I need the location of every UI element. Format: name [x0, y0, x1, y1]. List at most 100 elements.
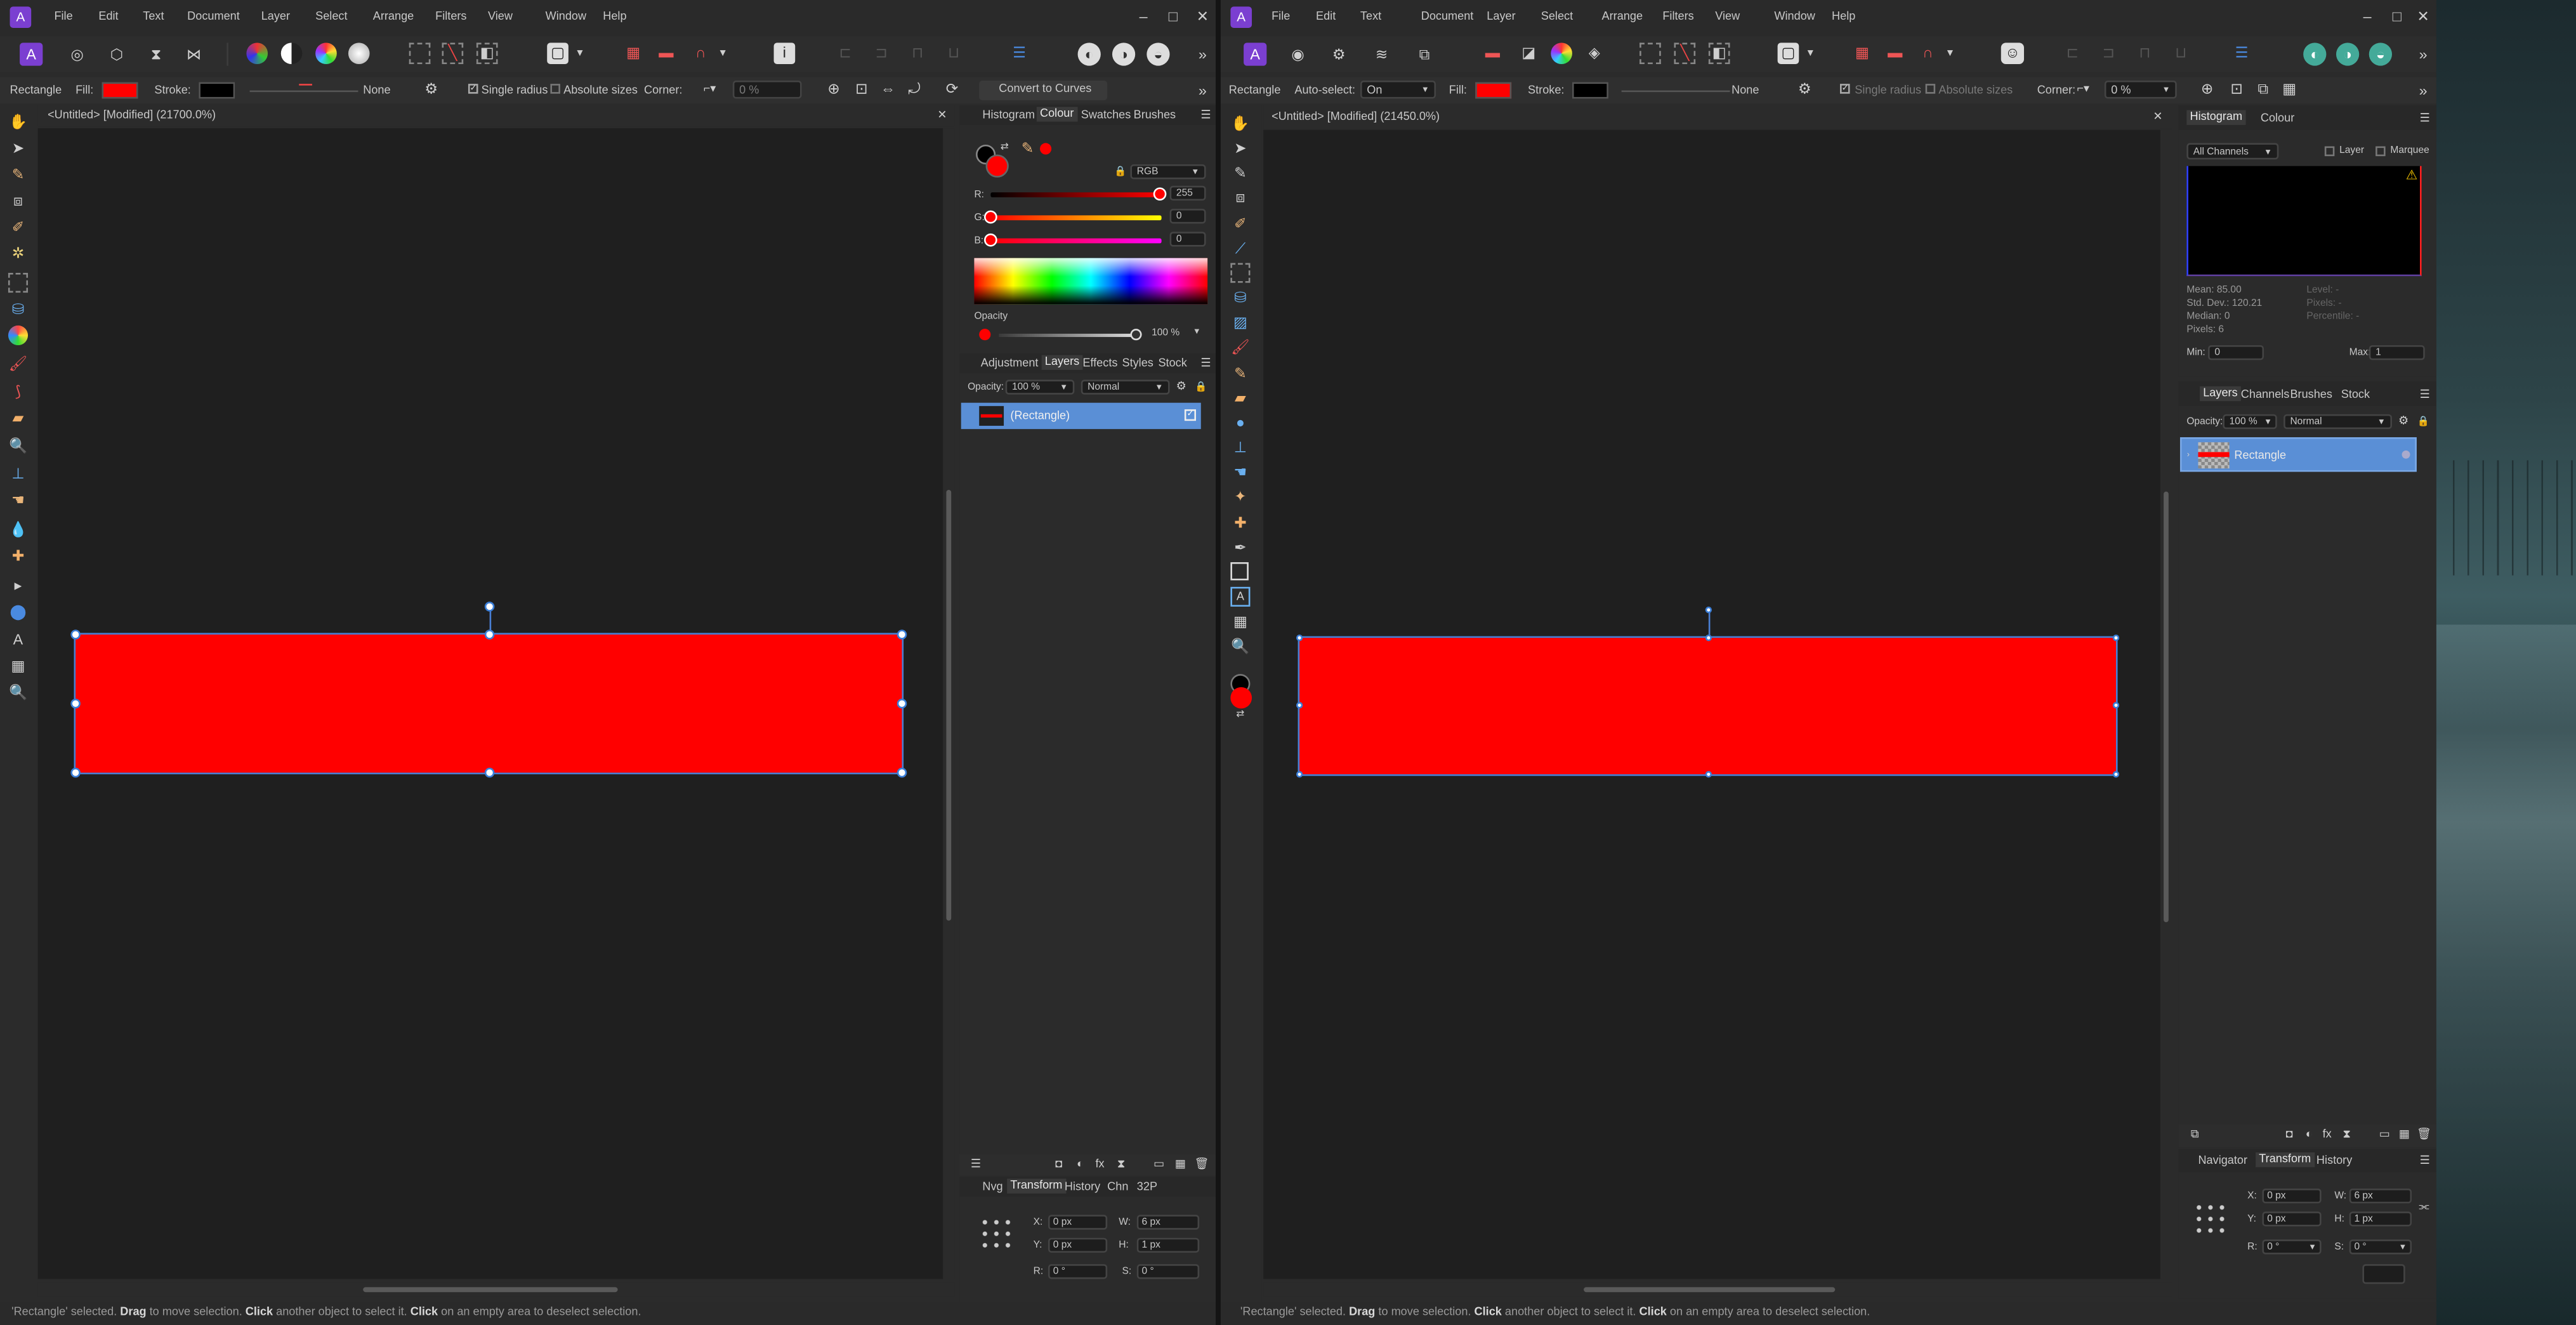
align-center-icon[interactable]: ⊐	[2098, 43, 2120, 64]
w-field[interactable]: 6 px	[2349, 1188, 2412, 1204]
swap-colours-icon[interactable]: ⇄	[1234, 710, 1247, 720]
rotate-icon[interactable]: ▦	[2280, 81, 2298, 98]
fill-swatch[interactable]	[1475, 82, 1512, 99]
dodge-brush-icon[interactable]: ●	[1230, 412, 1250, 432]
auto-levels-icon[interactable]: ▬	[1482, 43, 1504, 64]
gradient-tool-icon[interactable]	[8, 325, 29, 346]
colour-replacement-icon[interactable]: ⟆	[8, 381, 28, 401]
stroke-style-value[interactable]: None	[363, 86, 390, 97]
tab-histogram[interactable]: Histogram	[2186, 110, 2246, 125]
tab-stock[interactable]: Stock	[2341, 390, 2370, 401]
zoom-tool-icon[interactable]: 🔍	[1230, 636, 1250, 656]
blend-mode-dropdown[interactable]: Normal ▼	[2284, 414, 2392, 430]
toolbar-overflow-icon[interactable]: »	[2415, 44, 2431, 64]
swap-colours-icon[interactable]: ⇄	[999, 142, 1010, 153]
stroke-width-slider[interactable]	[1621, 90, 1730, 93]
r-value-field[interactable]: 255	[1169, 185, 1206, 201]
layer-lock-icon[interactable]: 🔒	[1194, 379, 1207, 394]
view-hand-icon[interactable]: ✋	[1230, 114, 1250, 133]
liquify-persona-icon[interactable]: ◎	[66, 43, 89, 65]
minimize-icon[interactable]: –	[2358, 6, 2377, 26]
align-left-icon[interactable]: ⊏	[2062, 43, 2084, 64]
panel-menu-icon[interactable]: ☰	[1199, 357, 1212, 370]
tab-navigator[interactable]: Navigator	[2198, 1156, 2247, 1167]
rotation-field[interactable]: 0 ° ▼	[2262, 1239, 2322, 1255]
auto-contrast-icon[interactable]	[280, 43, 303, 65]
opacity-value[interactable]: 100 %	[1152, 329, 1180, 339]
menu-select[interactable]: Select	[315, 11, 373, 23]
add-adjustment-icon[interactable]: ◐	[1073, 1157, 1088, 1172]
layer-settings-gear-icon[interactable]: ⚙	[1174, 379, 1188, 394]
stroke-width-slider[interactable]	[249, 90, 358, 93]
auto-white-balance-icon[interactable]: ◈	[1584, 43, 1605, 64]
single-radius-checkbox[interactable]: ✓	[1839, 84, 1850, 94]
menu-select[interactable]: Select	[1541, 11, 1602, 23]
panel-menu-icon[interactable]: ☰	[1199, 109, 1212, 122]
link-proportions-icon[interactable]: ⫘	[2418, 1195, 2429, 1218]
auto-white-balance-icon[interactable]	[348, 43, 370, 65]
chevron-down-icon[interactable]: ▼	[716, 46, 730, 63]
lock-icon[interactable]: 🔒	[1114, 166, 1127, 180]
alignment-icon[interactable]: ☰	[2231, 43, 2252, 64]
marquee-mode-icon[interactable]	[1640, 43, 1661, 65]
resize-handle-top-right[interactable]	[897, 630, 907, 640]
resize-handle-bottom-right[interactable]	[2112, 770, 2120, 778]
rotation-handle[interactable]	[483, 602, 494, 612]
menu-text[interactable]: Text	[1360, 11, 1421, 23]
crop-tool-icon[interactable]: ⧈	[1230, 187, 1250, 207]
tab-swatches[interactable]: Swatches	[1081, 110, 1131, 122]
y-field[interactable]: 0 px	[2262, 1211, 2322, 1227]
context-overflow-icon[interactable]: »	[2417, 82, 2430, 99]
develop-persona-icon[interactable]: ⬡	[105, 43, 128, 65]
menu-text[interactable]: Text	[143, 11, 187, 23]
add-mask-icon[interactable]: ◘	[2282, 1128, 2297, 1142]
layer-visibility-dot[interactable]	[2402, 450, 2410, 459]
chevron-down-icon[interactable]: ▼	[1943, 46, 1957, 63]
gradient-tool-icon[interactable]: ▨	[1230, 312, 1250, 332]
channels-dropdown[interactable]: All Channels ▼	[2186, 143, 2279, 160]
selection-brush-icon[interactable]: ✐	[8, 217, 28, 237]
add-fx-icon[interactable]: fx	[1093, 1157, 1107, 1172]
tab-effects[interactable]: Effects	[1082, 359, 1117, 370]
resize-handle-top-right[interactable]	[2112, 634, 2120, 642]
grid-snap-icon[interactable]: ▦	[1851, 43, 1873, 64]
photo-persona-icon[interactable]: A	[20, 43, 43, 66]
align-left-icon[interactable]: ⊏	[834, 43, 856, 64]
colour-model-dropdown[interactable]: RGB ▼	[1130, 164, 1206, 180]
menu-window[interactable]: Window	[546, 11, 603, 23]
paint-brush-icon[interactable]: 🖌	[8, 353, 28, 373]
align-center-icon[interactable]: ⊐	[871, 43, 892, 64]
tab-transform[interactable]: Transform	[2256, 1152, 2315, 1168]
invert-selection-icon[interactable]: ◧	[1708, 43, 1730, 65]
tab-history[interactable]: History	[1065, 1182, 1100, 1194]
add-layer-icon[interactable]: ▦	[2397, 1128, 2412, 1142]
auto-levels-icon[interactable]	[246, 43, 268, 65]
red-rectangle-shape[interactable]	[74, 633, 904, 775]
move-tool-icon[interactable]: ➤	[8, 138, 28, 158]
quick-mask-icon[interactable]: ▢	[1777, 43, 1799, 65]
g-slider[interactable]	[990, 215, 1162, 221]
anchor-grid[interactable]	[979, 1216, 1012, 1249]
min-field[interactable]: 0	[2207, 345, 2264, 360]
resize-handle-right[interactable]	[2112, 702, 2120, 709]
layer-lock-icon[interactable]: 🔒	[2417, 414, 2430, 429]
resize-handle-bottom-left[interactable]	[70, 767, 81, 778]
layer-expand-chevron-icon[interactable]: ›	[2183, 449, 2193, 462]
tone-mapping-persona-icon[interactable]: ⧗	[145, 43, 168, 65]
flood-fill-icon[interactable]: ⛁	[8, 299, 28, 319]
toolbar-overflow-icon[interactable]: »	[1194, 44, 1211, 64]
menu-layer[interactable]: Layer	[1487, 11, 1541, 23]
arrange-back-icon[interactable]: ◐	[2303, 43, 2327, 66]
corner-radius-field[interactable]: 0 % ▼	[2104, 80, 2177, 99]
alignment-icon[interactable]: ☰	[1009, 43, 1030, 64]
w-field[interactable]: 6 px	[1136, 1215, 1200, 1230]
corner-type-dropdown[interactable]: ⌐▾	[695, 81, 725, 98]
colour-spectrum[interactable]	[974, 258, 1208, 305]
tab-colour[interactable]: Colour	[1036, 107, 1077, 122]
marquee-tool-icon[interactable]	[1230, 263, 1251, 283]
tab-styles[interactable]: Styles	[1122, 359, 1153, 370]
align-top-icon[interactable]: ⊓	[907, 43, 928, 64]
marquee-mode-icon[interactable]	[409, 43, 431, 65]
tab-channels[interactable]: Chn	[1107, 1182, 1128, 1194]
arrange-back-icon[interactable]: ◐	[1077, 43, 1101, 66]
